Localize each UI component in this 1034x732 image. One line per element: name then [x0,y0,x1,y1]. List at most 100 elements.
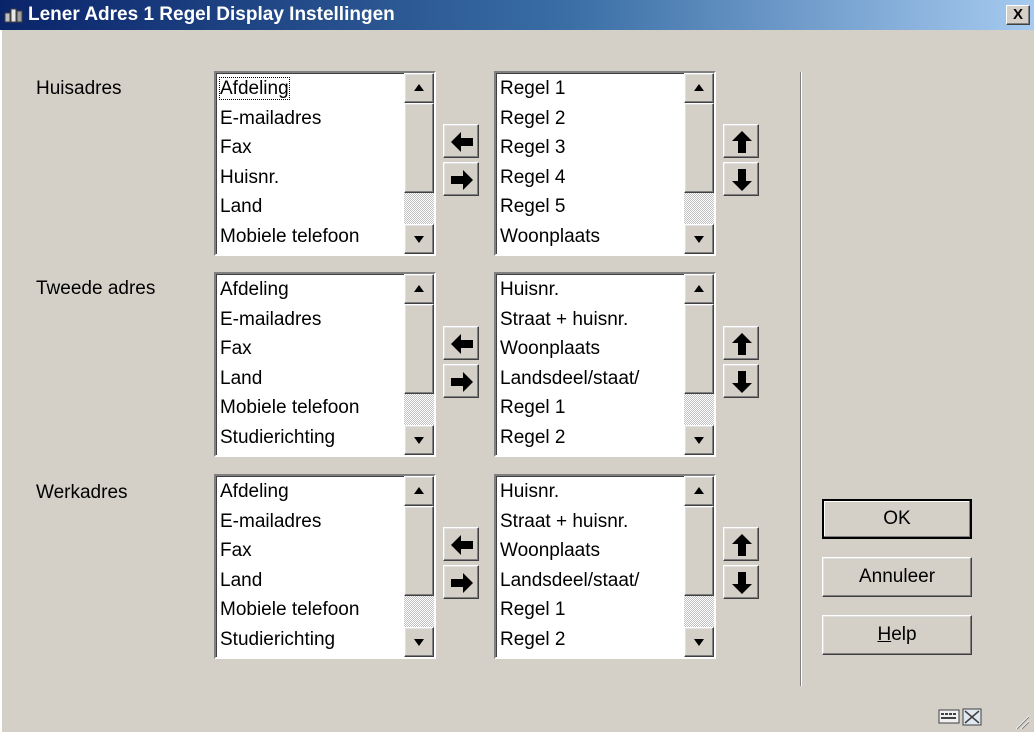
move-left-button-tweede-adres[interactable] [443,326,479,360]
list-item[interactable]: Land [220,566,434,596]
move-right-button-tweede-adres[interactable] [443,364,479,398]
list-item[interactable]: Afdeling [220,275,434,305]
scroll-up-button[interactable] [404,73,434,103]
triangle-up-icon [414,285,424,292]
scrollbar[interactable] [404,274,434,455]
section-label-werkadres: Werkadres [36,482,128,503]
keyboard-icon[interactable] [938,708,960,724]
scroll-down-button[interactable] [404,224,434,254]
available-fields-list-werkadres[interactable]: Afdeling E-mailadres Fax Land Mobiele te… [214,474,436,659]
scrollbar[interactable] [684,476,714,657]
scroll-thumb[interactable] [404,103,434,193]
list-item[interactable]: Regel 1 [500,595,714,625]
triangle-down-icon [414,437,424,444]
list-item[interactable]: Straat + huisnr. [500,507,714,537]
cancel-button[interactable]: Annuleer [822,557,972,597]
triangle-down-icon [414,639,424,646]
move-right-button-werkadres[interactable] [443,565,479,599]
list-item[interactable]: Studierichting [220,423,434,453]
available-fields-list-huisadres[interactable]: Afdeling E-mailadres Fax Huisnr. Land Mo… [214,71,436,256]
move-up-button-huisadres[interactable] [723,124,759,158]
list-item[interactable]: Fax [220,133,434,163]
triangle-down-icon [694,236,704,243]
help-button[interactable]: Help [822,615,972,655]
move-down-button-tweede-adres[interactable] [723,364,759,398]
list-item[interactable]: Landsdeel/staat/ [500,566,714,596]
list-item[interactable]: Afdeling [220,477,434,507]
scroll-down-button[interactable] [684,627,714,657]
move-down-button-werkadres[interactable] [723,565,759,599]
scroll-down-button[interactable] [684,425,714,455]
list-item[interactable]: Woonplaats [500,222,714,252]
title-bar[interactable]: Lener Adres 1 Regel Display Instellingen… [0,0,1034,30]
list-item[interactable]: Regel 2 [500,625,714,655]
selected-fields-list-werkadres[interactable]: Huisnr. Straat + huisnr. Woonplaats Land… [494,474,716,659]
maximize-icon[interactable] [962,708,982,726]
list-item[interactable]: Afdeling [219,74,434,104]
list-item[interactable]: Land [220,192,434,222]
list-item[interactable]: Woonplaats [500,334,714,364]
scrollbar[interactable] [684,73,714,254]
scroll-thumb[interactable] [404,304,434,394]
scroll-down-button[interactable] [404,425,434,455]
arrow-up-icon [732,131,752,153]
move-left-button-werkadres[interactable] [443,527,479,561]
move-up-button-tweede-adres[interactable] [723,326,759,360]
scroll-up-button[interactable] [684,476,714,506]
scrollbar[interactable] [404,476,434,657]
list-item[interactable]: Regel 1 [500,74,714,104]
scroll-thumb[interactable] [404,506,434,596]
scrollbar[interactable] [404,73,434,254]
ok-button[interactable]: OK [822,499,972,539]
scroll-down-button[interactable] [684,224,714,254]
list-item[interactable]: Mobiele telefoon [220,222,434,252]
scroll-thumb[interactable] [684,304,714,394]
list-item[interactable]: Regel 2 [500,423,714,453]
scroll-thumb[interactable] [684,506,714,596]
move-right-button-huisadres[interactable] [443,162,479,196]
scroll-down-button[interactable] [404,627,434,657]
list-item[interactable]: E-mailadres [220,507,434,537]
scroll-thumb[interactable] [684,103,714,193]
list-item[interactable]: Studierichting [220,625,434,655]
window-title: Lener Adres 1 Regel Display Instellingen [28,4,395,25]
scroll-up-button[interactable] [684,274,714,304]
list-item[interactable]: Regel 5 [500,192,714,222]
scroll-up-button[interactable] [404,476,434,506]
list-item[interactable]: Woonplaats [500,536,714,566]
resize-grip-icon[interactable] [1014,714,1030,730]
list-item[interactable]: Straat + huisnr. [500,305,714,335]
list-item[interactable]: Regel 1 [500,393,714,423]
window-frame [0,30,2,732]
close-button[interactable]: X [1006,5,1030,25]
move-down-button-huisadres[interactable] [723,162,759,196]
available-fields-list-tweede-adres[interactable]: Afdeling E-mailadres Fax Land Mobiele te… [214,272,436,457]
list-item[interactable]: Huisnr. [500,477,714,507]
move-up-button-werkadres[interactable] [723,527,759,561]
list-item[interactable]: Regel 3 [500,133,714,163]
list-item[interactable]: Land [220,364,434,394]
arrow-right-icon [451,573,473,593]
list-item[interactable]: Mobiele telefoon [220,595,434,625]
triangle-up-icon [694,84,704,91]
list-item[interactable]: E-mailadres [220,305,434,335]
list-item[interactable]: Mobiele telefoon [220,393,434,423]
list-item[interactable]: E-mailadres [220,104,434,134]
selected-fields-list-huisadres[interactable]: Regel 1 Regel 2 Regel 3 Regel 4 Regel 5 … [494,71,716,256]
list-item[interactable]: Fax [220,536,434,566]
triangle-down-icon [414,236,424,243]
list-item[interactable]: Huisnr. [500,275,714,305]
list-item[interactable]: Huisnr. [220,163,434,193]
list-item[interactable]: Regel 4 [500,163,714,193]
list-item[interactable]: Landsdeel/staat/ [500,364,714,394]
list-item[interactable]: Fax [220,334,434,364]
list-item[interactable]: Regel 2 [500,104,714,134]
selected-fields-list-tweede-adres[interactable]: Huisnr. Straat + huisnr. Woonplaats Land… [494,272,716,457]
app-icon [4,8,23,23]
scroll-up-button[interactable] [684,73,714,103]
scrollbar[interactable] [684,274,714,455]
scroll-up-button[interactable] [404,274,434,304]
section-label-huisadres: Huisadres [36,78,122,99]
triangle-down-icon [694,437,704,444]
move-left-button-huisadres[interactable] [443,124,479,158]
